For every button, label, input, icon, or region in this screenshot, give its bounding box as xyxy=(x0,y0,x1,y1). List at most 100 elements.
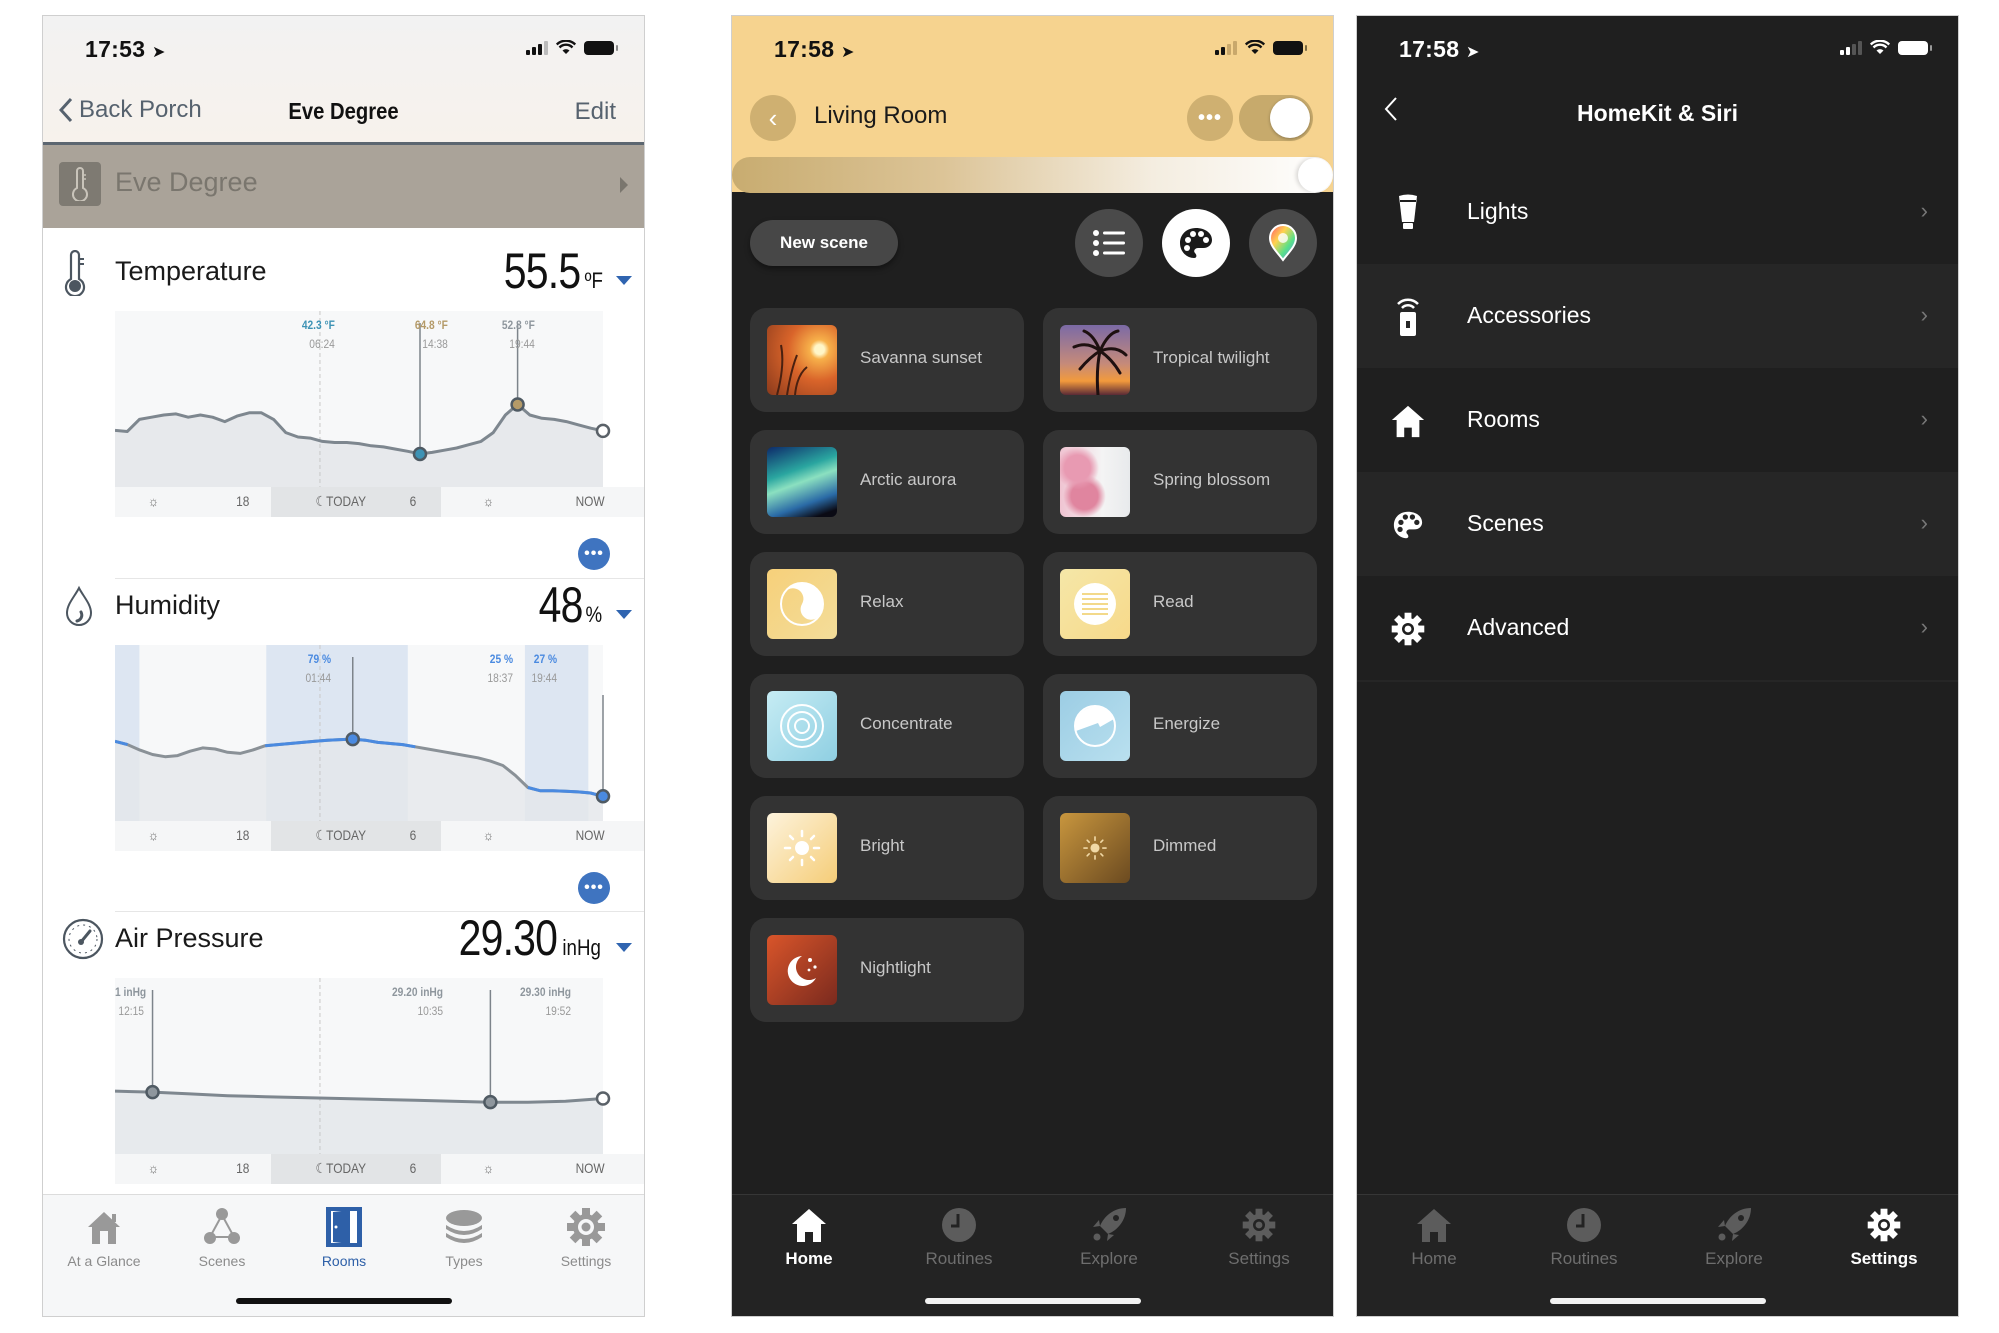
edit-button[interactable]: Edit xyxy=(575,98,616,126)
scene-card[interactable]: Bright xyxy=(750,796,1024,900)
axis-tick: 6 xyxy=(409,1160,417,1176)
page-title: Eve Degree xyxy=(288,98,399,124)
tab-explore[interactable]: Explore xyxy=(1669,1203,1799,1269)
back-button[interactable]: ‹ xyxy=(750,95,796,141)
tab-routines[interactable]: Routines xyxy=(1519,1203,1649,1269)
list-view-button[interactable] xyxy=(1075,209,1143,277)
tab-label: Home xyxy=(785,1249,833,1268)
tab-label: Settings xyxy=(1228,1249,1290,1268)
tab-scenes[interactable]: Scenes xyxy=(167,1203,277,1269)
chevron-right-icon: › xyxy=(1920,406,1928,431)
device-header[interactable]: Eve Degree xyxy=(43,142,644,228)
axis-today: ☾TODAY xyxy=(315,827,367,843)
tab-explore[interactable]: Explore xyxy=(1044,1203,1174,1269)
axis-now: NOW xyxy=(575,493,605,509)
sensor-label: Air Pressure xyxy=(115,923,264,953)
sun-icon: ☼ xyxy=(147,493,159,509)
room-power-toggle[interactable] xyxy=(1239,95,1313,141)
caret-down-icon[interactable] xyxy=(616,943,632,952)
dimmed-icon xyxy=(1060,813,1130,883)
humidity-chart-svg xyxy=(115,645,611,821)
list-item-scenes[interactable]: Scenes › xyxy=(1357,472,1958,576)
pressure-max-label: 1 inHg 12:15 xyxy=(115,985,147,1018)
tab-label: Routines xyxy=(925,1249,993,1268)
scene-card[interactable]: Concentrate xyxy=(750,674,1024,778)
tab-home[interactable]: Home xyxy=(744,1203,874,1269)
aurora-photo-thumbnail xyxy=(767,447,837,517)
home-indicator[interactable] xyxy=(924,1298,1141,1304)
scene-card[interactable]: Read xyxy=(1043,552,1317,656)
marker-point xyxy=(595,1091,611,1106)
axis-tick: 18 xyxy=(236,827,250,843)
list-item-rooms[interactable]: Rooms › xyxy=(1357,368,1958,472)
cellular-signal-icon xyxy=(1215,40,1237,55)
caret-down-icon[interactable] xyxy=(616,276,632,285)
temp-min-label: 42.3 °F 06:24 xyxy=(301,318,335,351)
cellular-signal-icon xyxy=(1840,40,1862,55)
tab-home[interactable]: Home xyxy=(1369,1203,1499,1269)
sunset-photo-thumbnail xyxy=(767,325,837,395)
list-item-advanced[interactable]: Advanced › xyxy=(1357,576,1958,680)
scene-card[interactable]: Dimmed xyxy=(1043,796,1317,900)
house-icon xyxy=(49,1203,159,1251)
scene-card[interactable]: Energize xyxy=(1043,674,1317,778)
tab-settings[interactable]: Settings xyxy=(1819,1203,1949,1269)
scene-card[interactable]: Arctic aurora xyxy=(750,430,1024,534)
scene-name: Bright xyxy=(860,836,905,855)
tab-rooms[interactable]: Rooms xyxy=(289,1203,399,1269)
color-pin-icon xyxy=(1268,224,1298,262)
sensor-label: Temperature xyxy=(115,256,267,286)
door-icon xyxy=(289,1203,399,1251)
tab-types[interactable]: Types xyxy=(409,1203,519,1269)
tab-at-a-glance[interactable]: At a Glance xyxy=(49,1203,159,1269)
sensor-value: 29.30 inHg xyxy=(437,909,604,967)
scenes-view-button[interactable] xyxy=(1162,209,1230,277)
bright-icon xyxy=(767,813,837,883)
list-item-accessories[interactable]: Accessories › xyxy=(1357,264,1958,368)
temperature-chart[interactable] xyxy=(115,311,644,487)
humidity-time-axis: ☼ 18 ☾TODAY 6 ☼ NOW xyxy=(115,821,644,851)
humidity-chart[interactable] xyxy=(115,645,644,821)
scene-name: Read xyxy=(1153,592,1194,611)
status-time-text: 17:58 xyxy=(774,36,835,62)
tab-settings[interactable]: Settings xyxy=(1194,1203,1324,1269)
thermometer-icon xyxy=(61,249,103,298)
scene-card[interactable]: Nightlight xyxy=(750,918,1024,1022)
thermometer-icon xyxy=(59,162,101,206)
color-view-button[interactable] xyxy=(1249,209,1317,277)
tab-routines[interactable]: Routines xyxy=(894,1203,1024,1269)
chevron-right-icon: › xyxy=(1920,302,1928,327)
clock-icon xyxy=(894,1203,1024,1247)
brightness-slider[interactable] xyxy=(732,157,1333,193)
room-more-button[interactable]: ••• xyxy=(1187,95,1233,141)
temperature-more-button[interactable]: ••• xyxy=(578,538,610,570)
palette-icon xyxy=(1180,228,1212,258)
moon-icon: ☾ xyxy=(315,493,327,509)
house-icon xyxy=(1369,1203,1499,1247)
scene-card[interactable]: Tropical twilight xyxy=(1043,308,1317,412)
scene-card[interactable]: Relax xyxy=(750,552,1024,656)
tab-settings[interactable]: Settings xyxy=(531,1203,641,1269)
list-item-label: Lights xyxy=(1467,198,1529,224)
list-item-lights[interactable]: Lights › xyxy=(1357,160,1958,264)
location-arrow-icon: ➤ xyxy=(841,44,855,61)
humidity-more-button[interactable]: ••• xyxy=(578,872,610,904)
scene-card[interactable]: Savanna sunset xyxy=(750,308,1024,412)
tab-bar: Home Routines Explore Settings xyxy=(1357,1194,1958,1316)
battery-icon xyxy=(1898,40,1932,55)
marker-point xyxy=(345,731,360,747)
axis-today: ☾TODAY xyxy=(315,493,367,509)
relax-icon xyxy=(767,569,837,639)
cellular-signal-icon xyxy=(526,40,548,55)
scenes-icon xyxy=(167,1203,277,1251)
home-indicator[interactable] xyxy=(235,1298,452,1304)
scene-card[interactable]: Spring blossom xyxy=(1043,430,1317,534)
scene-name: Arctic aurora xyxy=(860,470,957,489)
list-icon xyxy=(1093,230,1125,256)
new-scene-button[interactable]: New scene xyxy=(750,220,898,266)
hue-room-screen: 17:58 ➤ ‹ Living Room ••• New scene Sava… xyxy=(731,15,1334,1317)
tab-label: Routines xyxy=(1550,1249,1618,1268)
home-indicator[interactable] xyxy=(1549,1298,1766,1304)
axis-tick: 18 xyxy=(236,1160,250,1176)
caret-down-icon[interactable] xyxy=(616,610,632,619)
